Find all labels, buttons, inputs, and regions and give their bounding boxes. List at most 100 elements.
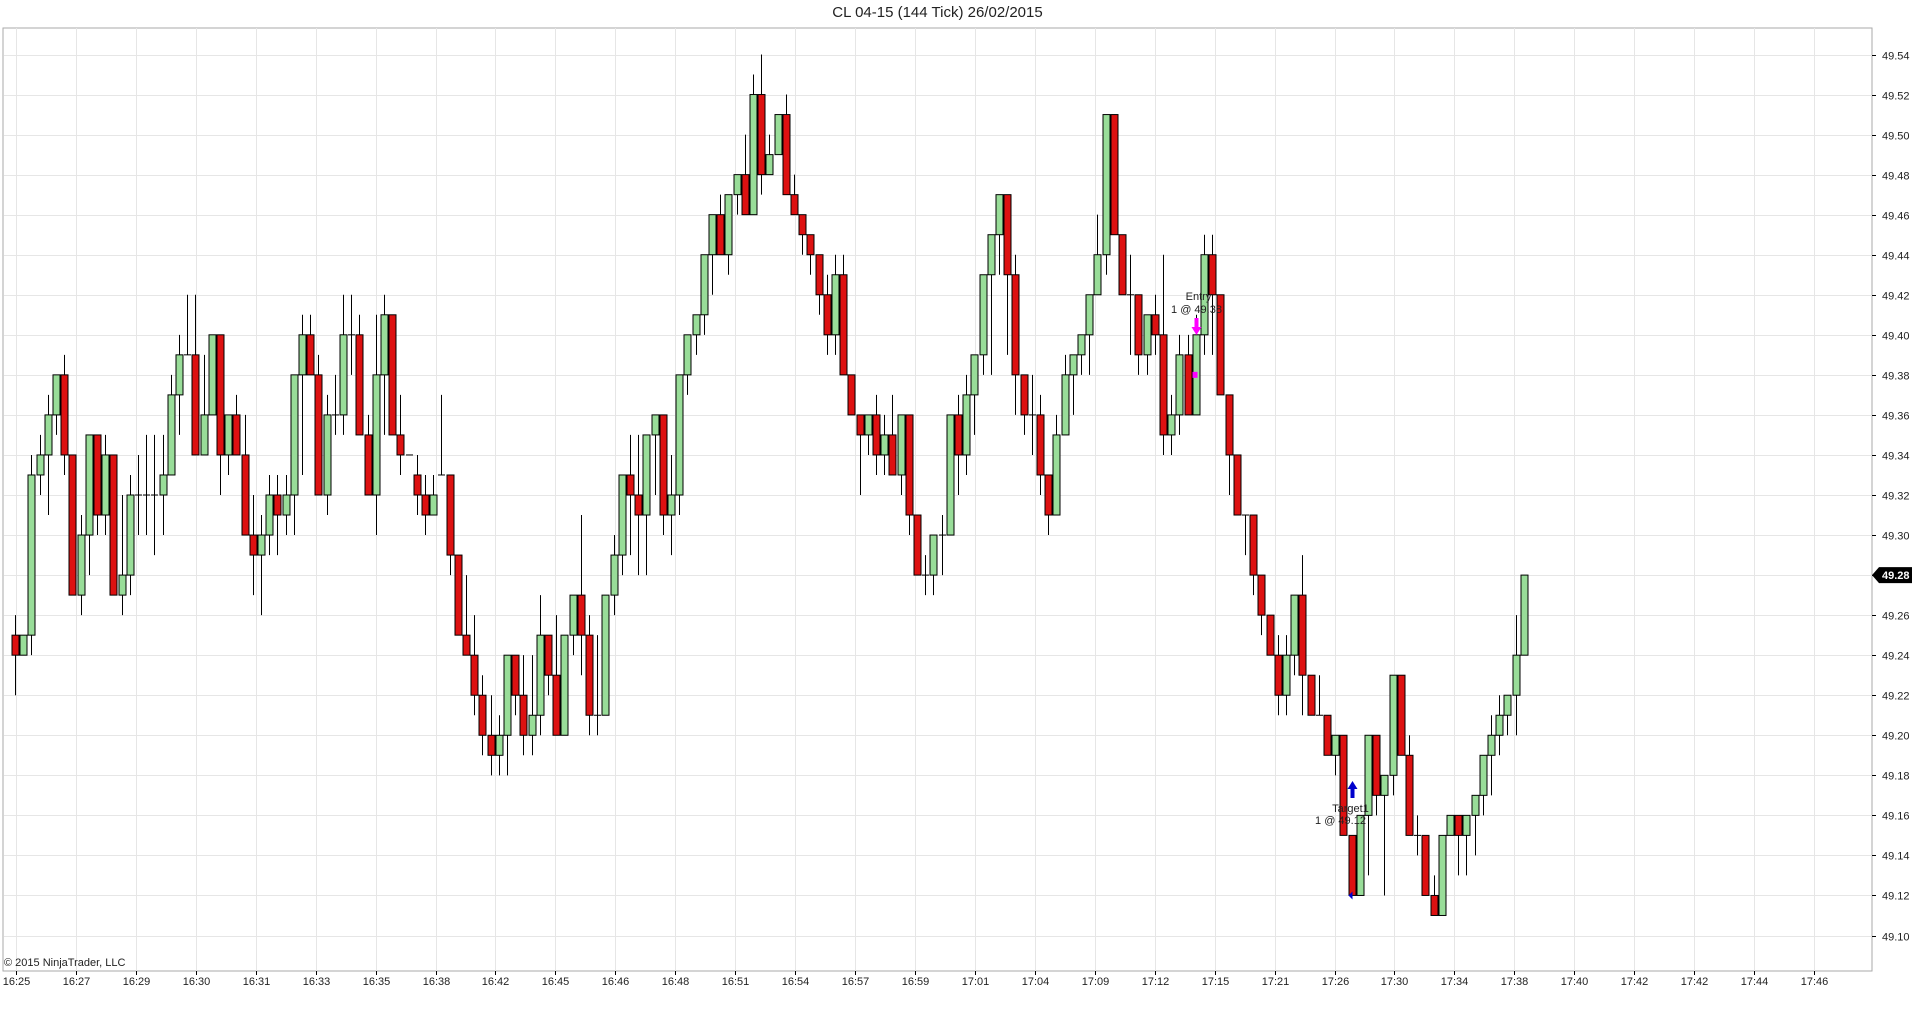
time-tick-label: 17:40 xyxy=(1561,976,1589,988)
candle xyxy=(290,374,299,536)
candle xyxy=(1290,594,1299,676)
candle-body xyxy=(1093,254,1102,296)
candle-body xyxy=(1151,314,1160,336)
candle xyxy=(1454,814,1463,876)
candle xyxy=(77,515,86,616)
candle xyxy=(560,634,569,736)
time-tick-label: 16:45 xyxy=(542,976,570,988)
candles xyxy=(11,54,1529,916)
price-tick-label: 49.32 xyxy=(1882,491,1910,503)
candle-body xyxy=(11,634,20,656)
price-tick-label: 49.16 xyxy=(1882,811,1910,823)
candle-body xyxy=(175,354,184,396)
candle-body xyxy=(823,294,832,336)
candle-body xyxy=(339,334,348,416)
candle xyxy=(388,314,397,436)
candle-body xyxy=(979,274,988,356)
price-tick-label: 49.26 xyxy=(1882,611,1910,623)
candle-body xyxy=(1159,334,1168,436)
candle-body xyxy=(396,434,405,456)
candle-body xyxy=(1036,414,1045,476)
price-tick-label: 49.12 xyxy=(1882,891,1910,903)
candle-body xyxy=(1380,774,1389,796)
last-price-label: 49.28 xyxy=(1882,570,1910,582)
candlestick-chart[interactable]: Entry1 @ 49.38Target11 @ 49.12 49.1049.1… xyxy=(0,0,1920,1014)
price-tick-label: 49.20 xyxy=(1882,731,1910,743)
candle xyxy=(470,615,479,716)
candle xyxy=(85,434,94,576)
candle-body xyxy=(839,274,848,376)
candle xyxy=(1257,574,1266,636)
candle xyxy=(1159,254,1168,455)
candle xyxy=(1003,194,1012,355)
candle-body xyxy=(1438,834,1447,916)
candle-body xyxy=(306,334,315,376)
candle xyxy=(60,354,69,475)
candle-body xyxy=(1257,574,1266,616)
candle-body xyxy=(232,414,241,456)
candle-body xyxy=(733,174,742,196)
candle-body xyxy=(954,414,963,456)
time-tick-label: 16:31 xyxy=(243,976,271,988)
candle-body xyxy=(298,334,307,376)
candle-body xyxy=(68,454,77,596)
time-tick-label: 16:25 xyxy=(3,976,31,988)
candle xyxy=(1307,674,1316,716)
candle xyxy=(1266,614,1275,656)
candle xyxy=(946,414,955,536)
candle-body xyxy=(52,374,61,416)
candle-body xyxy=(692,314,701,336)
candle-body xyxy=(585,634,594,716)
candle xyxy=(101,434,110,536)
candle-body xyxy=(864,414,873,436)
target-label: Target1 xyxy=(1332,803,1369,815)
candle-body xyxy=(380,314,389,376)
entry-label: Entry xyxy=(1186,291,1212,303)
time-tick-label: 17:12 xyxy=(1142,976,1170,988)
candle-body xyxy=(913,514,922,576)
candle xyxy=(175,334,184,435)
candle-body xyxy=(1520,574,1529,656)
candle xyxy=(1184,334,1193,416)
candle xyxy=(282,474,291,536)
candle-body xyxy=(19,634,28,656)
candle xyxy=(364,414,373,496)
candle-body xyxy=(216,334,225,456)
candle-body xyxy=(159,474,168,496)
candle xyxy=(396,394,405,475)
candle-body xyxy=(1233,454,1242,516)
candle xyxy=(68,454,77,596)
candle xyxy=(372,314,381,536)
candle xyxy=(1405,735,1414,836)
candle-body xyxy=(224,414,233,456)
candle-body xyxy=(774,114,783,156)
candle-body xyxy=(1397,674,1406,756)
candle xyxy=(348,294,355,375)
time-axis[interactable]: 16:25 16:27 16:29 16:30 16:31 16:33 16:35 16:38… xyxy=(3,971,1829,988)
candle xyxy=(314,354,323,496)
candle-body xyxy=(44,414,53,456)
candle-body xyxy=(208,334,217,416)
candle-body xyxy=(1487,734,1496,756)
candle xyxy=(642,434,651,576)
candle xyxy=(11,615,20,696)
time-tick-label: 17:42 xyxy=(1621,976,1649,988)
candle xyxy=(232,394,241,456)
candle xyxy=(1110,114,1119,236)
candle-body xyxy=(314,374,323,496)
candle-body xyxy=(1421,834,1430,896)
candle xyxy=(856,414,865,495)
candle xyxy=(1102,114,1111,275)
candle xyxy=(815,254,824,315)
candle xyxy=(979,274,988,375)
candle xyxy=(339,294,348,435)
candle xyxy=(528,655,537,756)
candle xyxy=(44,394,53,516)
candle xyxy=(519,655,528,756)
candle-body xyxy=(970,354,979,396)
candle-body xyxy=(1110,114,1119,236)
candle-body xyxy=(1479,754,1488,796)
candle-body xyxy=(552,674,561,736)
candle-body xyxy=(1282,654,1291,696)
price-axis[interactable]: 49.10 49.12 49.14 49.16 49.18 49.20 49.22 49.24… xyxy=(1872,51,1910,944)
